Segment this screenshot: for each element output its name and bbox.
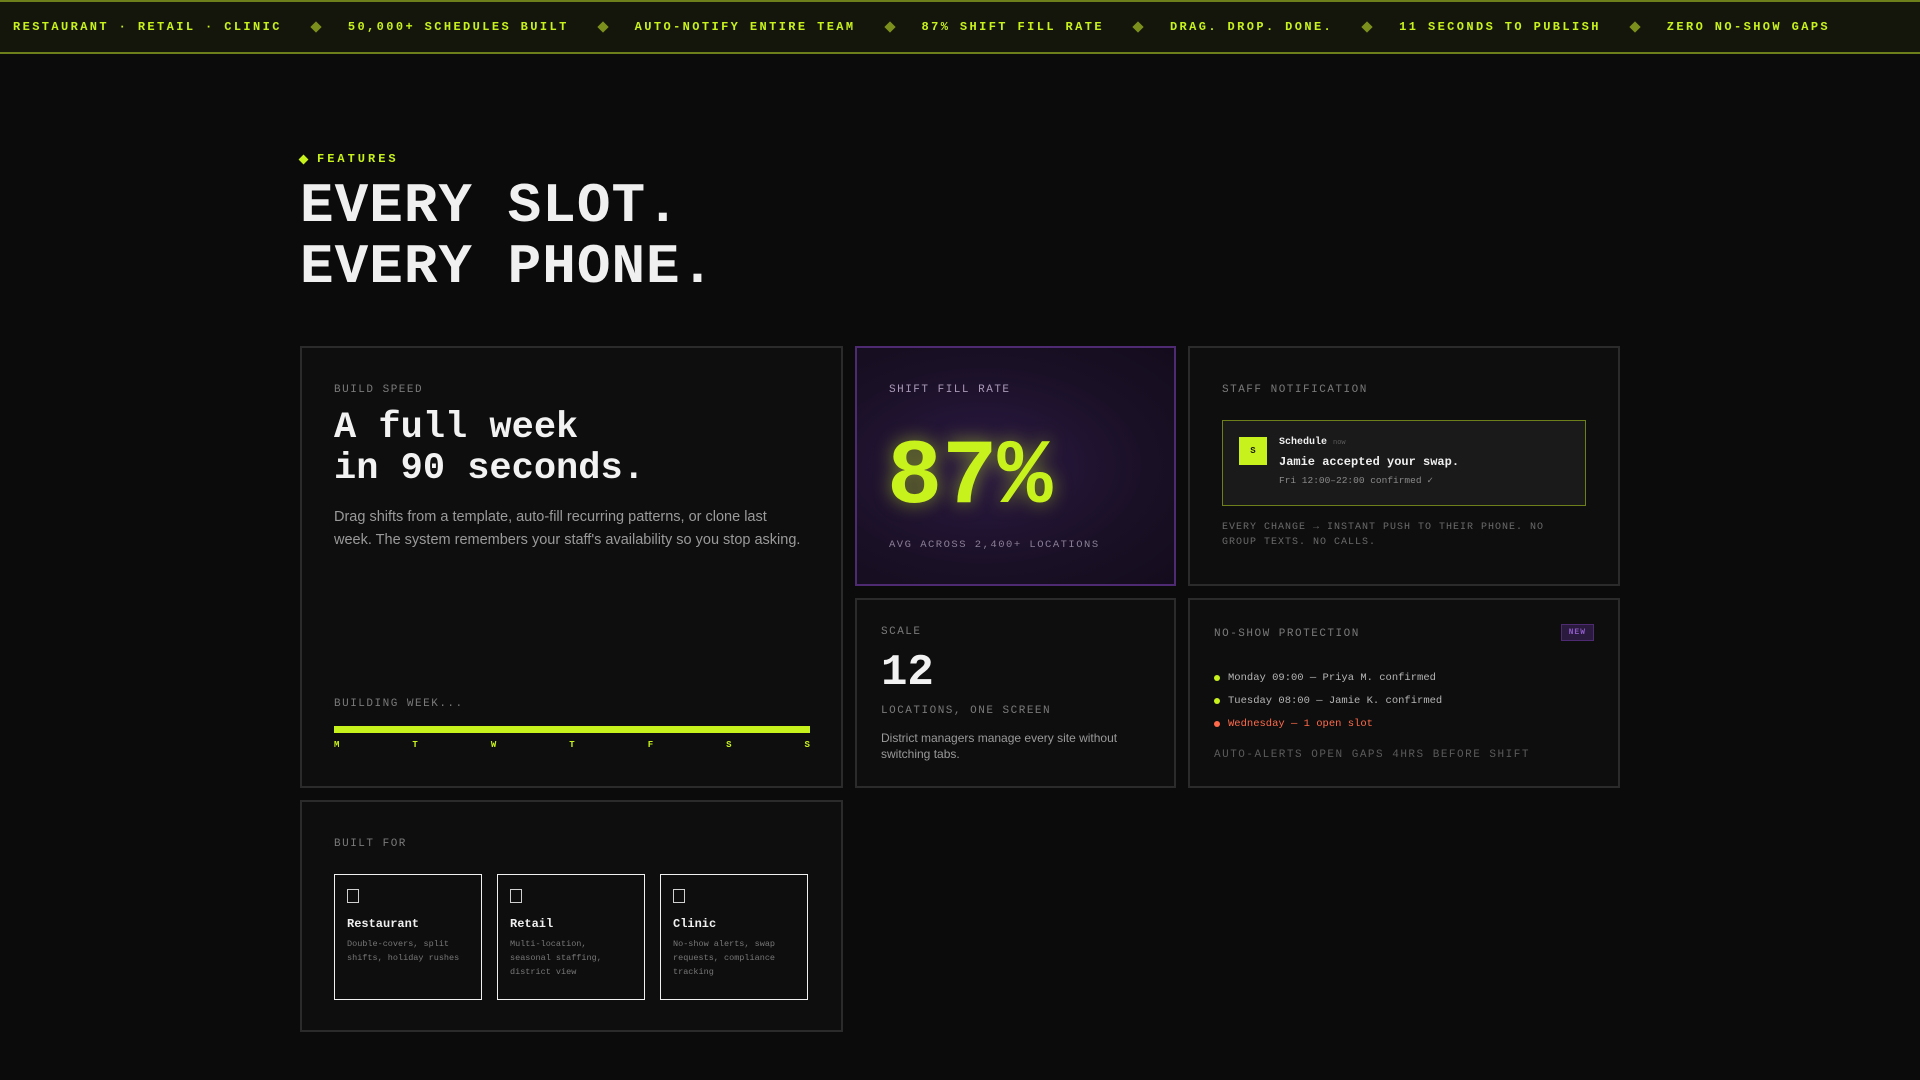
ticker-text: AUTO-NOTIFY ENTIRE TEAM — [634, 20, 856, 34]
announcement-ticker: RESTAURANT · RETAIL · CLINIC 50,000+ SCH… — [0, 0, 1920, 54]
weekday-labels: MTWTFSS — [334, 740, 810, 750]
eyebrow-text: FEATURES — [317, 152, 399, 166]
card-label: BUILT FOR — [334, 838, 407, 850]
notification-app: Schedule now — [1279, 437, 1346, 448]
industry-tile-restaurant[interactable]: Restaurant Double-covers, split shifts, … — [334, 874, 482, 1000]
fill-rate-card: SHIFT FILL RATE 87% AVG ACROSS 2,400+ LO… — [855, 346, 1176, 586]
card-title: A full week in 90 seconds. — [334, 408, 645, 490]
diamond-icon — [1361, 21, 1373, 33]
ticker-item: DRAG. DROP. DONE. — [1170, 20, 1399, 34]
list-item-text: Monday 09:00 — Priya M. confirmed — [1228, 671, 1436, 684]
ticker-text: ZERO NO-SHOW GAPS — [1666, 20, 1831, 34]
card-label: SCALE — [881, 626, 922, 638]
headline-line: EVERY SLOT. — [300, 174, 681, 238]
title-line: A full week — [334, 407, 579, 449]
diamond-icon — [883, 21, 896, 33]
ticker-text: DRAG. DROP. DONE. — [1169, 20, 1334, 34]
scale-subtitle: LOCATIONS, ONE SCREEN — [881, 705, 1052, 717]
weekday-label: M — [334, 740, 340, 750]
build-speed-card: BUILD SPEED A full week in 90 seconds. D… — [300, 346, 843, 788]
weekday-label: W — [490, 740, 497, 750]
tile-name: Retail — [510, 917, 554, 931]
list-item: Tuesday 08:00 — Jamie K. confirmed — [1214, 689, 1442, 712]
tile-description: Double-covers, split shifts, holiday rus… — [347, 939, 460, 963]
progress-bar — [334, 726, 810, 733]
tile-name: Clinic — [673, 917, 717, 931]
diamond-icon — [298, 154, 309, 164]
card-description: District managers manage every site with… — [881, 731, 1118, 761]
tile-description: No-show alerts, swap requests, complianc… — [673, 939, 776, 977]
weekday-label: T — [569, 740, 575, 750]
card-label: BUILD SPEED — [334, 384, 424, 396]
no-show-protection-card: NO-SHOW PROTECTION NEW Monday 09:00 — Pr… — [1188, 598, 1620, 788]
new-badge: NEW — [1560, 624, 1594, 641]
weekday-label: S — [726, 740, 732, 750]
card-description: Drag shifts from a template, auto-fill r… — [334, 509, 801, 548]
title-line: in 90 seconds. — [334, 448, 645, 490]
progress-label: BUILDING WEEK... — [334, 698, 464, 710]
app-name: Schedule — [1279, 437, 1328, 448]
weekday-label: F — [647, 740, 654, 750]
ticker-text: 50,000+ SCHEDULES BUILT — [347, 20, 569, 34]
card-label: NO-SHOW PROTECTION — [1214, 628, 1360, 640]
ticker-text: 11 SECONDS TO PUBLISH — [1399, 20, 1601, 34]
staff-notification-card: STAFF NOTIFICATION S Schedule now Jamie a… — [1188, 346, 1620, 586]
warning-dot-icon — [1214, 720, 1220, 727]
diamond-icon — [1132, 21, 1144, 33]
card-label: STAFF NOTIFICATION — [1222, 384, 1368, 396]
industry-tile-clinic[interactable]: Clinic No-show alerts, swap requests, co… — [660, 874, 808, 1000]
list-item-text: Wednesday — 1 open slot — [1228, 717, 1373, 730]
weekday-label: T — [412, 740, 418, 750]
card-footer: EVERY CHANGE → INSTANT PUSH TO THEIR PHO… — [1222, 522, 1545, 548]
list-item: Monday 09:00 — Priya M. confirmed — [1214, 666, 1442, 689]
diamond-icon — [1629, 21, 1641, 33]
industry-tile-retail[interactable]: Retail Multi-location, seasonal staffing… — [497, 874, 645, 1000]
scale-value: 12 — [881, 648, 934, 698]
ticker-item: AUTO-NOTIFY ENTIRE TEAM — [635, 20, 922, 34]
card-label: SHIFT FILL RATE — [889, 384, 1011, 396]
status-dot-icon — [1214, 674, 1220, 681]
list-item: Wednesday — 1 open slot — [1214, 712, 1442, 735]
section-eyebrow: FEATURES — [298, 152, 399, 166]
tile-description: Multi-location, seasonal staffing, distr… — [510, 939, 602, 977]
fill-rate-subtitle: AVG ACROSS 2,400+ LOCATIONS — [889, 539, 1100, 551]
clinic-icon — [673, 889, 685, 903]
notification-time: now — [1333, 439, 1346, 447]
ticker-item: ZERO NO-SHOW GAPS — [1667, 20, 1830, 34]
ticker-text: 87% SHIFT FILL RATE — [921, 20, 1104, 34]
scale-card: SCALE 12 LOCATIONS, ONE SCREEN District … — [855, 598, 1176, 788]
tile-name: Restaurant — [347, 917, 420, 931]
ticker-item: 87% SHIFT FILL RATE — [922, 20, 1170, 34]
shift-status-list: Monday 09:00 — Priya M. confirmed Tuesda… — [1214, 666, 1442, 735]
notification-message: Jamie accepted your swap. — [1279, 455, 1460, 469]
status-dot-icon — [1214, 697, 1220, 704]
notification-preview[interactable]: S Schedule now Jamie accepted your swap. … — [1222, 420, 1586, 506]
fill-rate-value: 87% — [887, 425, 1053, 530]
ticker-text: RESTAURANT · RETAIL · CLINIC — [13, 20, 282, 34]
page-title: EVERY SLOT. EVERY PHONE. — [300, 176, 715, 298]
app-avatar: S — [1239, 437, 1267, 465]
list-item-text: Tuesday 08:00 — Jamie K. confirmed — [1228, 694, 1443, 707]
headline-line: EVERY PHONE. — [300, 235, 716, 299]
industry-tiles: Restaurant Double-covers, split shifts, … — [334, 874, 808, 1000]
card-footer: AUTO-ALERTS OPEN GAPS 4HRS BEFORE SHIFT — [1214, 749, 1530, 761]
diamond-icon — [310, 21, 322, 33]
notification-detail: Fri 12:00–22:00 confirmed ✓ — [1279, 475, 1433, 486]
ticker-item: 50,000+ SCHEDULES BUILT — [348, 20, 635, 34]
diamond-icon — [597, 21, 609, 33]
restaurant-icon — [347, 889, 359, 903]
retail-icon — [510, 889, 522, 903]
built-for-card: BUILT FOR Restaurant Double-covers, spli… — [300, 800, 843, 1032]
progress-fill — [334, 726, 810, 733]
weekday-label: S — [804, 740, 810, 750]
ticker-item: 11 SECONDS TO PUBLISH — [1399, 20, 1667, 34]
ticker-item: RESTAURANT · RETAIL · CLINIC — [13, 20, 348, 34]
